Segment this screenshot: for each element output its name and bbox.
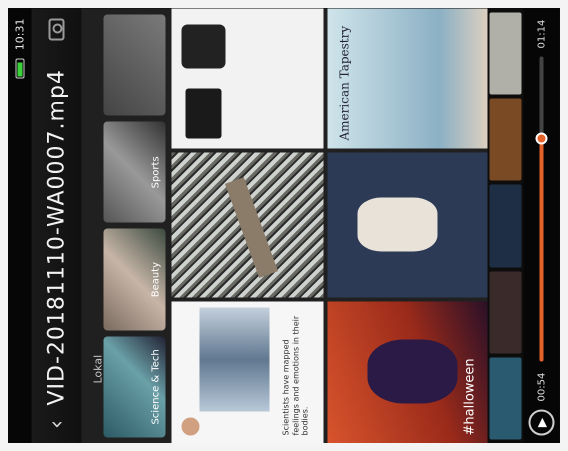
title-bar: ‹ VID-20181110-WA0007.mp4 [31,8,82,443]
category-label: Science & Tech [150,349,162,425]
post-text: Scientists have mapped feelings and emot… [281,315,310,436]
back-arrow-icon[interactable]: ‹ [44,416,69,434]
seek-handle[interactable] [535,132,548,145]
playback-controls: ▶ 00:54 01:14 [523,8,560,443]
status-bar: 10:31 [8,8,32,443]
photo-frame: 10:31 ‹ VID-20181110-WA0007.mp4 Lokal Sc… [0,0,568,451]
battery-icon [15,58,24,79]
category-tile: Science & Tech [103,336,166,438]
total-time: 01:14 [536,19,547,49]
category-label: Beauty [150,261,162,298]
camera-device-image [181,24,226,69]
status-time: 10:31 [13,18,26,51]
feed-grid: Scientists have mapped feelings and emot… [171,8,488,443]
seek-progress [539,138,544,362]
category-row: Science & Tech Beauty Sports [103,9,166,444]
seek-bar[interactable] [535,56,548,362]
thumbnail [489,271,522,354]
video-frame[interactable]: Lokal Science & Tech Beauty Sports Scien… [81,8,488,444]
magazine-tile: American Tapestry [327,8,488,149]
magazine-headline: American Tapestry [337,25,352,141]
video-player: 10:31 ‹ VID-20181110-WA0007.mp4 Lokal Sc… [8,8,560,444]
thumbnail-strip [487,8,524,443]
post-tile: Scientists have mapped feelings and emot… [171,301,324,443]
current-time: 00:54 [536,372,547,402]
product-image [171,8,324,149]
post-images [199,307,270,412]
phone-screen: 10:31 ‹ VID-20181110-WA0007.mp4 Lokal Sc… [8,8,560,443]
illustration-figure [357,197,438,252]
category-label: Sports [150,156,162,189]
avatar [181,417,200,436]
portrait-image [367,339,458,404]
category-tile [103,14,166,116]
play-icon[interactable]: ▶ [528,409,555,436]
video-title: VID-20181110-WA0007.mp4 [44,69,69,406]
illustration-tile [327,152,488,298]
halloween-tile: #halloween [327,301,488,443]
thumbnail [489,357,522,440]
category-tile: Sports [103,121,166,223]
factory-image [171,152,324,298]
phone-device-image [185,88,222,139]
thumbnail [489,184,522,268]
halloween-tag: #halloween [462,358,478,436]
camera-icon[interactable] [48,18,65,41]
thumbnail [489,98,522,181]
category-tile: Beauty [103,229,166,331]
thumbnail [489,12,522,95]
